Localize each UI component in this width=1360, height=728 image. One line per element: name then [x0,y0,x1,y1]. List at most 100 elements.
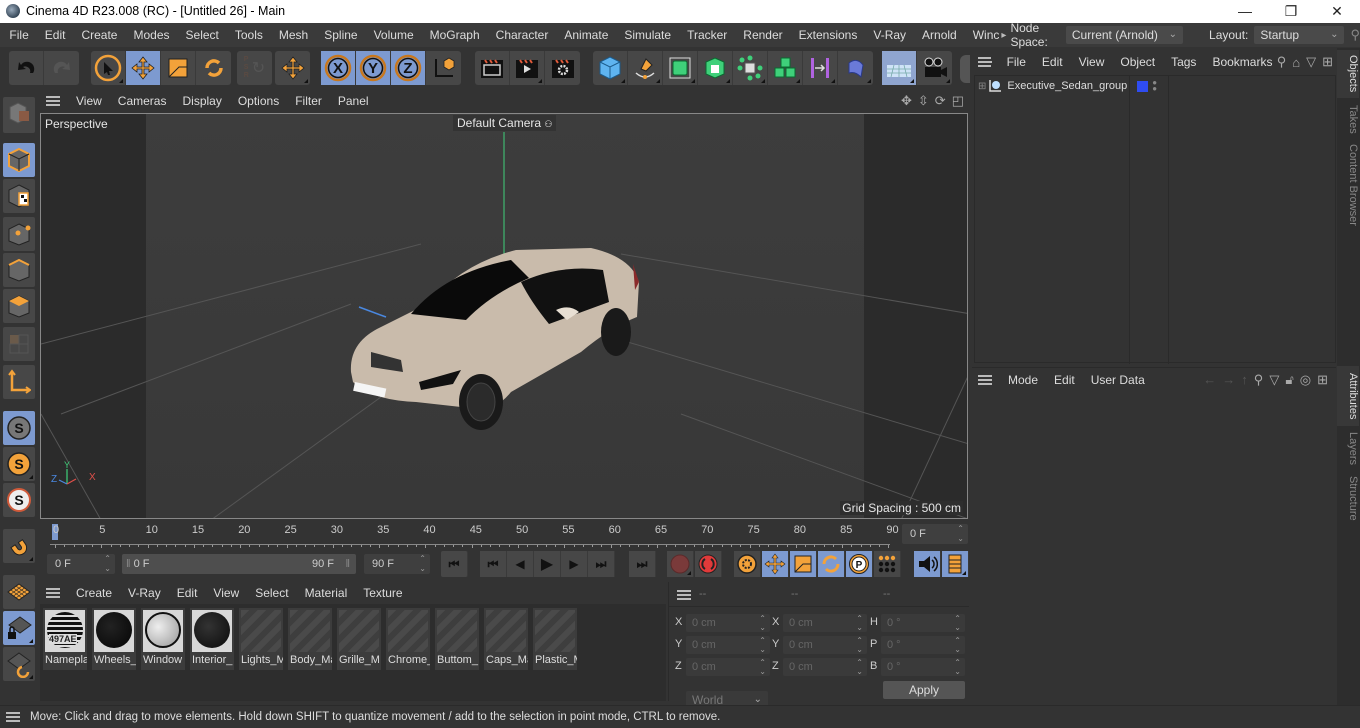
range-handle-right[interactable]: ‖ [345,554,350,574]
material-item[interactable]: Chrome_ [386,608,430,670]
menu-modes[interactable]: Modes [125,28,177,42]
edges-mode-button[interactable] [3,253,35,287]
executive-sedan-model[interactable] [341,242,651,432]
menu-arnold[interactable]: Arnold [914,28,965,42]
x-axis-lock-button[interactable]: X [321,51,356,85]
timeline-window-button[interactable] [942,551,969,577]
snap-settings-button[interactable]: S [3,447,35,481]
hamburger-menu-icon[interactable] [978,374,992,385]
spinner-icon[interactable]: ⌃ ⌄ [759,636,766,654]
redo-button[interactable] [44,51,79,85]
spinner-icon[interactable]: ⌃ ⌄ [856,658,863,676]
viewport-menu-cameras[interactable]: Cameras [110,94,175,108]
toolbar-overflow[interactable] [960,55,970,83]
menu-animate[interactable]: Animate [556,28,616,42]
objects-menu-bookmarks[interactable]: Bookmarks [1204,55,1273,69]
previous-key-button[interactable]: ⏮ [480,551,507,577]
spinner-icon[interactable]: ⌃ ⌄ [954,636,961,654]
y-axis-lock-button[interactable]: Y [356,51,391,85]
mograph-array-button[interactable] [768,51,803,85]
model-mode-button[interactable] [3,143,35,177]
quantize-button[interactable]: S [3,483,35,517]
attributes-menu-edit[interactable]: Edit [1046,373,1083,387]
record-active-objects-button[interactable] [667,551,694,577]
uv-mode-button[interactable] [3,327,35,361]
apply-button[interactable]: Apply [883,681,965,699]
key-parameter-button[interactable]: P [846,551,873,577]
spinner-icon[interactable]: ⌃ ⌄ [856,636,863,654]
hamburger-menu-icon[interactable] [46,96,60,106]
hamburger-menu-icon[interactable] [978,57,992,67]
key-point-level-button[interactable] [874,551,901,577]
material-menu-material[interactable]: Material [297,586,356,600]
timeline-ruler[interactable]: 0 5 10 15 20 25 30 35 40 45 50 55 60 65 70 75 80 85 90 0 F… [40,519,968,549]
spinner-icon[interactable]: ⌃ ⌄ [856,614,863,632]
pen-spline-button[interactable] [628,51,663,85]
material-item[interactable]: Caps_Ma [484,608,528,670]
coord-value-field[interactable]: 0 cm ⌃ ⌄ [783,636,867,654]
viewport-zoom-icon[interactable]: ⇳ [918,93,929,109]
coord-value-field[interactable]: 0 ° ⌃ ⌄ [881,658,965,676]
deformer-button[interactable] [803,51,838,85]
spinner-icon[interactable]: ⌃ ⌄ [957,524,964,544]
material-item[interactable]: Grille_M [337,608,381,670]
search-icon[interactable]: ⚲ [1254,372,1264,388]
material-menu-view[interactable]: View [205,586,247,600]
planar-workplane-button[interactable] [3,647,35,681]
viewport-menu-view[interactable]: View [68,94,110,108]
target-icon[interactable]: ◎ [1300,372,1311,388]
layout-dropdown[interactable]: Startup ⌄ [1254,26,1345,44]
hamburger-menu-icon[interactable] [677,590,691,600]
objects-menu-file[interactable]: File [999,55,1034,69]
move-tool-button[interactable] [126,51,161,85]
spinner-icon[interactable]: ⌃ ⌄ [954,658,961,676]
range-handle-left[interactable]: ‖ [126,558,131,570]
coord-value-field[interactable]: 0 ° ⌃ ⌄ [881,614,965,632]
rotate-tool-button[interactable] [196,51,231,85]
viewport-pan-icon[interactable]: ✥ [901,93,912,109]
new-window-icon[interactable]: ⊞ [1322,54,1333,70]
attributes-menu-mode[interactable]: Mode [1000,373,1046,387]
visibility-dots-icon[interactable]: ● ● [1152,79,1157,93]
locked-workplane-button[interactable] [3,611,35,645]
menu-window[interactable]: Winc [965,28,1002,42]
render-settings-button[interactable] [545,51,580,85]
coordinate-system-button[interactable] [426,51,461,85]
hamburger-menu-icon[interactable] [6,712,20,722]
spinner-icon[interactable]: ⌃ ⌄ [104,554,111,574]
current-frame-field[interactable]: 0 F ⌃ ⌄ [902,524,968,544]
tab-takes[interactable]: Takes [1337,100,1359,138]
key-rotation-button[interactable] [818,551,845,577]
coord-value-field[interactable]: 0 cm ⌃ ⌄ [783,658,867,676]
layer-color-swatch[interactable] [1137,80,1149,92]
close-button[interactable]: ✕ [1314,0,1360,23]
menu-select[interactable]: Select [178,28,227,42]
menu-spline[interactable]: Spline [316,28,365,42]
undo-button[interactable] [9,51,44,85]
sound-button[interactable] [914,551,941,577]
material-item[interactable]: Lights_M [239,608,283,670]
previous-frame-button[interactable]: ◀ [507,551,534,577]
minimize-button[interactable]: — [1222,0,1268,23]
home-icon[interactable]: ⌂ [1292,55,1300,70]
menu-vray[interactable]: V-Ray [865,28,914,42]
spinner-icon[interactable]: ⌃ ⌄ [419,554,426,574]
render-view-button[interactable] [475,51,510,85]
end-frame-field[interactable]: 90 F ⌃ ⌄ [364,554,430,574]
material-item[interactable]: Window [141,608,185,670]
new-window-icon[interactable]: ⊞ [1317,372,1328,388]
objects-menu-object[interactable]: Object [1112,55,1163,69]
snap-button[interactable]: S [3,411,35,445]
key-position-button[interactable] [762,551,789,577]
viewport-menu-panel[interactable]: Panel [330,94,377,108]
coord-value-field[interactable]: 0 cm ⌃ ⌄ [686,636,770,654]
tab-structure[interactable]: Structure [1337,472,1359,522]
viewport-menu-filter[interactable]: Filter [287,94,330,108]
keyframe-selection-button[interactable] [734,551,761,577]
workplane-axis-button[interactable] [3,365,35,399]
menu-tracker[interactable]: Tracker [679,28,735,42]
field-button[interactable] [838,51,873,85]
psr-button[interactable]: P S R ↻ [237,51,272,85]
material-item[interactable]: Interior_ [190,608,234,670]
autokeying-button[interactable] [695,551,722,577]
